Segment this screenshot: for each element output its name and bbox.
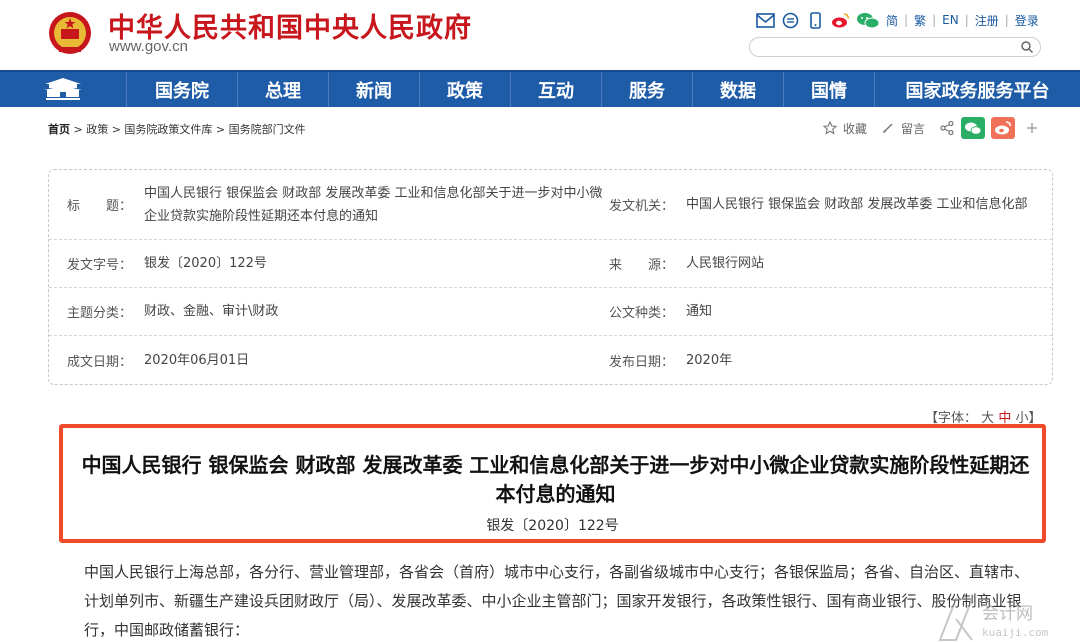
nav-item-policy[interactable]: 政策 <box>419 72 510 107</box>
simplified-chinese-link[interactable]: 简 <box>886 12 898 29</box>
register-link[interactable]: 注册 <box>975 12 999 29</box>
info-row: 标 题： 中国人民银行 银保监会 财政部 发展改革委 工业和信息化部关于进一步对… <box>49 170 1052 240</box>
info-label: 发文机关： <box>609 170 674 239</box>
source-value: 人民银行网站 <box>686 256 765 271</box>
traditional-chinese-link[interactable]: 繁 <box>914 12 926 29</box>
breadcrumb-path[interactable]: > 政策 > 国务院政策文件库 > 国务院部门文件 <box>70 123 305 136</box>
search-input[interactable] <box>760 40 1010 54</box>
type-label: 公文种类： <box>609 306 675 321</box>
info-value-cell: 通知 <box>686 288 712 335</box>
info-value-cell: 2020年06月01日 <box>144 336 249 384</box>
wechat-icon <box>965 122 982 135</box>
site-header: 中华人民共和国中央人民政府 www.gov.cn 简 | 繁 | EN | 注册… <box>0 0 1080 70</box>
login-link[interactable]: 登录 <box>1015 12 1039 29</box>
info-value-cell: 财政、金融、审计\财政 <box>144 288 278 335</box>
info-value-cell: 中国人民银行 银保监会 财政部 发展改革委 工业和信息化部关于进一步对中小微企业… <box>144 170 604 239</box>
info-label: 公文种类： <box>609 288 674 335</box>
date-value: 2020年06月01日 <box>144 352 250 368</box>
info-value-cell: 2020年 <box>686 336 732 384</box>
pub-date-value: 2020年 <box>686 352 733 368</box>
separator: | <box>932 13 937 27</box>
docno-value: 银发〔2020〕122号 <box>144 256 267 271</box>
nav-item-national-info[interactable]: 国情 <box>783 72 874 107</box>
title-value: 中国人民银行 银保监会 财政部 发展改革委 工业和信息化部关于进一步对中小微企业… <box>144 185 603 224</box>
separator: | <box>964 13 969 27</box>
document-title: 中国人民银行 银保监会 财政部 发展改革委 工业和信息化部关于进一步对中小微企业… <box>81 453 1030 506</box>
favorite-button[interactable]: 收藏 <box>843 120 867 137</box>
info-value-cell: 中国人民银行 银保监会 财政部 发展改革委 工业和信息化部 <box>686 170 1038 239</box>
nav-item-gov-service-platform[interactable]: 国家政务服务平台 <box>874 72 1080 107</box>
comment-button[interactable]: 留言 <box>901 120 925 137</box>
nav-item-services[interactable]: 服务 <box>601 72 692 107</box>
info-label: 发文字号： <box>67 240 132 287</box>
source-label: 来 源： <box>609 258 675 273</box>
nav-item-interaction[interactable]: 互动 <box>510 72 601 107</box>
mail-icon[interactable] <box>756 12 775 29</box>
info-label: 发布日期： <box>609 336 674 384</box>
title-label: 标 题： <box>67 199 133 214</box>
issuer-value: 中国人民银行 银保监会 财政部 发展改革委 工业和信息化部 <box>686 197 1028 212</box>
info-row: 成文日期： 2020年06月01日 发布日期： 2020年 <box>49 336 1052 384</box>
type-value: 通知 <box>686 304 713 319</box>
nav-item-news[interactable]: 新闻 <box>328 72 419 107</box>
docno-label: 发文字号： <box>67 258 133 273</box>
nav-home-logo[interactable] <box>0 72 126 107</box>
star-icon[interactable] <box>823 121 837 135</box>
english-link[interactable]: EN <box>942 13 959 27</box>
nav-item-premier[interactable]: 总理 <box>237 72 328 107</box>
pencil-icon[interactable] <box>881 121 895 135</box>
share-toolbar: 收藏 留言 <box>823 116 1039 140</box>
info-value-cell: 银发〔2020〕122号 <box>144 240 267 287</box>
info-label: 主题分类： <box>67 288 132 335</box>
site-url: www.gov.cn <box>109 38 188 55</box>
date-label: 成文日期： <box>67 354 133 370</box>
wechat-icon[interactable] <box>856 12 880 29</box>
info-row: 发文字号： 银发〔2020〕122号 来 源： 人民银行网站 <box>49 240 1052 288</box>
weibo-share-button[interactable] <box>991 117 1016 139</box>
search-box <box>749 37 1041 57</box>
main-nav: 国务院 总理 新闻 政策 互动 服务 数据 国情 国家政务服务平台 <box>0 70 1080 107</box>
share-icon[interactable] <box>939 120 955 136</box>
watermark-text-en: kuaiji.com <box>982 626 1049 639</box>
separator: | <box>1004 13 1009 27</box>
nav-item-state-council[interactable]: 国务院 <box>126 72 237 107</box>
nav-item-data[interactable]: 数据 <box>692 72 783 107</box>
document-info-table: 标 题： 中国人民银行 银保监会 财政部 发展改革委 工业和信息化部关于进一步对… <box>48 169 1053 385</box>
topic-value: 财政、金融、审计\财政 <box>144 304 279 319</box>
info-label: 来 源： <box>609 240 674 287</box>
national-emblem-icon[interactable] <box>47 9 93 57</box>
watermark-text-cn: 会计网 <box>982 604 1033 624</box>
topic-label: 主题分类： <box>67 306 133 321</box>
document-number: 银发〔2020〕122号 <box>486 518 619 534</box>
document-body: 中国人民银行上海总部，各分行、营业管理部，各省会（首府）城市中心支行，各副省级城… <box>84 563 1030 639</box>
tiananmen-icon <box>44 78 82 100</box>
info-label: 标 题： <box>67 170 132 239</box>
pub-date-label: 发布日期： <box>609 354 675 370</box>
chat-bubble-icon[interactable] <box>781 12 800 29</box>
breadcrumb-home[interactable]: 首页 <box>48 123 70 136</box>
watermark-logo: 会计网 kuaiji.com <box>938 598 1049 641</box>
weibo-icon <box>995 120 1012 134</box>
info-row: 主题分类： 财政、金融、审计\财政 公文种类： 通知 <box>49 288 1052 336</box>
info-value-cell: 人民银行网站 <box>686 240 764 287</box>
issuer-label: 发文机关： <box>609 199 675 214</box>
top-links: 简 | 繁 | EN | 注册 | 登录 <box>756 10 1039 30</box>
separator: | <box>904 13 909 27</box>
weibo-icon[interactable] <box>831 12 850 29</box>
search-icon[interactable] <box>1020 40 1034 54</box>
plus-icon[interactable] <box>1025 121 1039 135</box>
wechat-share-button[interactable] <box>961 117 986 139</box>
mobile-icon[interactable] <box>806 11 825 29</box>
info-label: 成文日期： <box>67 336 132 384</box>
breadcrumb: 首页 > 政策 > 国务院政策文件库 > 国务院部门文件 <box>48 121 306 137</box>
